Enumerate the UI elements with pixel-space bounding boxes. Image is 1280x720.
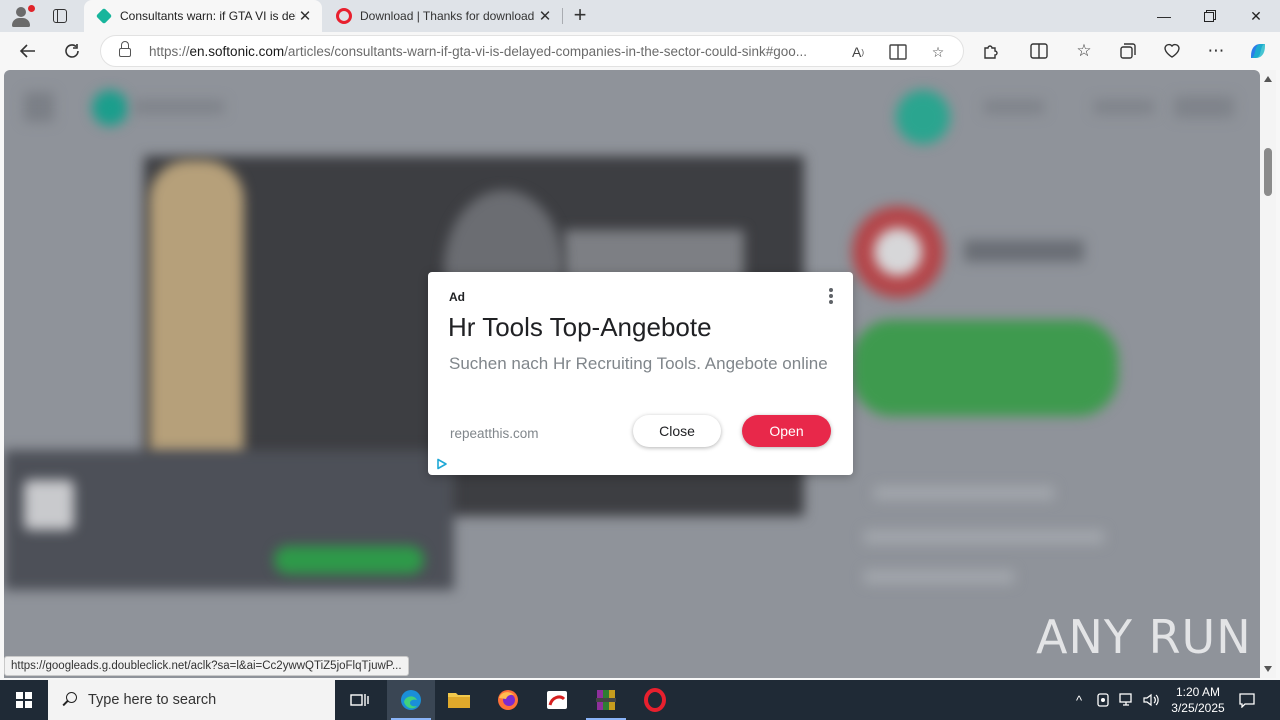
firefox-icon[interactable] xyxy=(484,680,532,720)
antivirus-app-icon[interactable] xyxy=(533,680,581,720)
restore-icon[interactable] xyxy=(1187,0,1233,32)
app-title-placeholder xyxy=(964,240,1084,262)
browser-toolbar: https://en.softonic.com/articles/consult… xyxy=(0,32,1280,70)
text-placeholder xyxy=(864,570,1014,584)
tray-app-icon[interactable] xyxy=(1092,680,1114,720)
show-hidden-icons-chevron-icon[interactable]: ^ xyxy=(1068,680,1090,720)
nav-placeholder xyxy=(984,100,1044,114)
clock-date: 3/25/2025 xyxy=(1171,701,1225,715)
ad-open-button[interactable]: Open xyxy=(742,415,831,447)
search-icon xyxy=(62,692,78,708)
windows-logo-icon xyxy=(16,692,32,708)
taskbar-search-box[interactable]: Type here to search xyxy=(48,680,335,720)
download-button-placeholder xyxy=(852,320,1118,416)
winrar-icon[interactable] xyxy=(582,680,630,720)
badge-blob xyxy=(896,90,950,144)
favorites-icon[interactable]: ☆ xyxy=(1070,37,1098,65)
url-scheme: https:// xyxy=(149,44,190,59)
read-aloud-icon[interactable]: A) xyxy=(847,41,869,63)
text-placeholder xyxy=(874,486,1054,500)
menu-icon xyxy=(24,92,54,122)
tab-title: Download | Thanks for download xyxy=(360,9,535,23)
tab-strip: Consultants warn: if GTA VI is del ✕ Dow… xyxy=(0,0,1280,32)
ad-close-button[interactable]: Close xyxy=(633,415,721,447)
nav-placeholder xyxy=(1174,96,1234,118)
system-clock[interactable]: 1:20 AM 3/25/2025 xyxy=(1160,684,1236,716)
scroll-down-arrow-icon[interactable] xyxy=(1264,666,1272,672)
windows-taskbar: Type here to search ^ 1:20 AM 3/25/2025 xyxy=(0,680,1280,720)
clock-time: 1:20 AM xyxy=(1175,685,1221,699)
text-placeholder xyxy=(864,530,1104,544)
start-button[interactable] xyxy=(0,680,48,720)
split-screen-icon[interactable] xyxy=(1025,37,1053,65)
file-explorer-icon[interactable] xyxy=(435,680,483,720)
ad-interstitial: Ad Hr Tools Top-Angebote Suchen nach Hr … xyxy=(428,272,853,475)
immersive-reader-icon[interactable] xyxy=(887,41,909,63)
volume-icon[interactable] xyxy=(1140,680,1162,720)
browser-essentials-icon[interactable] xyxy=(1158,37,1186,65)
anyrun-watermark: ANY RUN xyxy=(1036,610,1252,664)
video-thumb-placeholder xyxy=(24,480,74,530)
site-logo-icon xyxy=(92,90,128,126)
search-placeholder: Type here to search xyxy=(88,692,217,708)
green-button-placeholder xyxy=(274,546,424,574)
refresh-icon[interactable] xyxy=(58,37,86,65)
network-icon[interactable] xyxy=(1116,680,1138,720)
ad-label: Ad xyxy=(449,290,465,304)
vertical-scrollbar[interactable] xyxy=(1260,70,1276,678)
notifications-icon[interactable] xyxy=(1236,680,1258,720)
extensions-icon[interactable] xyxy=(977,37,1005,65)
address-bar[interactable]: https://en.softonic.com/articles/consult… xyxy=(100,35,964,67)
task-view-icon[interactable] xyxy=(336,680,384,720)
window-close-icon[interactable]: ✕ xyxy=(1233,0,1279,32)
softonic-icon xyxy=(95,7,113,25)
url-text[interactable]: https://en.softonic.com/articles/consult… xyxy=(149,44,839,59)
site-name-placeholder xyxy=(134,100,224,114)
scrollbar-thumb[interactable] xyxy=(1264,148,1272,196)
back-icon[interactable] xyxy=(14,37,42,65)
collections-icon[interactable] xyxy=(1114,37,1142,65)
close-tab-icon[interactable]: ✕ xyxy=(296,7,314,25)
watermark-text: ANY RUN xyxy=(1036,610,1252,664)
scroll-up-arrow-icon[interactable] xyxy=(1264,76,1272,82)
lock-icon[interactable] xyxy=(119,41,131,57)
tab-title: Consultants warn: if GTA VI is del xyxy=(120,9,296,23)
opera-icon xyxy=(336,8,352,24)
tab-opera-download[interactable]: Download | Thanks for download ✕ xyxy=(324,0,562,32)
ad-options-icon[interactable] xyxy=(826,287,836,305)
nav-placeholder xyxy=(1094,100,1154,114)
new-tab-icon[interactable]: + xyxy=(568,4,592,28)
ad-description[interactable]: Suchen nach Hr Recruiting Tools. Angebot… xyxy=(449,352,839,375)
close-tab-icon[interactable]: ✕ xyxy=(536,7,554,25)
url-path: /articles/consultants-warn-if-gta-vi-is-… xyxy=(284,44,808,59)
tab-softonic-article[interactable]: Consultants warn: if GTA VI is del ✕ xyxy=(84,0,322,32)
adchoices-icon[interactable] xyxy=(436,458,448,470)
minimize-icon[interactable]: — xyxy=(1141,0,1187,32)
status-link-preview: https://googleads.g.doubleclick.net/aclk… xyxy=(4,656,409,676)
copilot-icon[interactable] xyxy=(1244,37,1272,65)
edge-taskbar-icon[interactable] xyxy=(387,680,435,720)
ad-domain[interactable]: repeatthis.com xyxy=(450,426,539,441)
tab-separator xyxy=(562,8,563,24)
url-host: en.softonic.com xyxy=(189,44,285,59)
settings-more-icon[interactable]: ⋯ xyxy=(1202,37,1230,65)
opera-taskbar-icon[interactable] xyxy=(631,680,679,720)
app-icon-center xyxy=(874,228,922,276)
ad-headline[interactable]: Hr Tools Top-Angebote xyxy=(448,312,712,343)
profile-avatar-icon[interactable] xyxy=(8,4,35,28)
hero-image-detail xyxy=(149,160,244,460)
favorite-star-icon[interactable]: ☆ xyxy=(927,41,949,63)
tab-actions-icon[interactable] xyxy=(50,6,70,26)
